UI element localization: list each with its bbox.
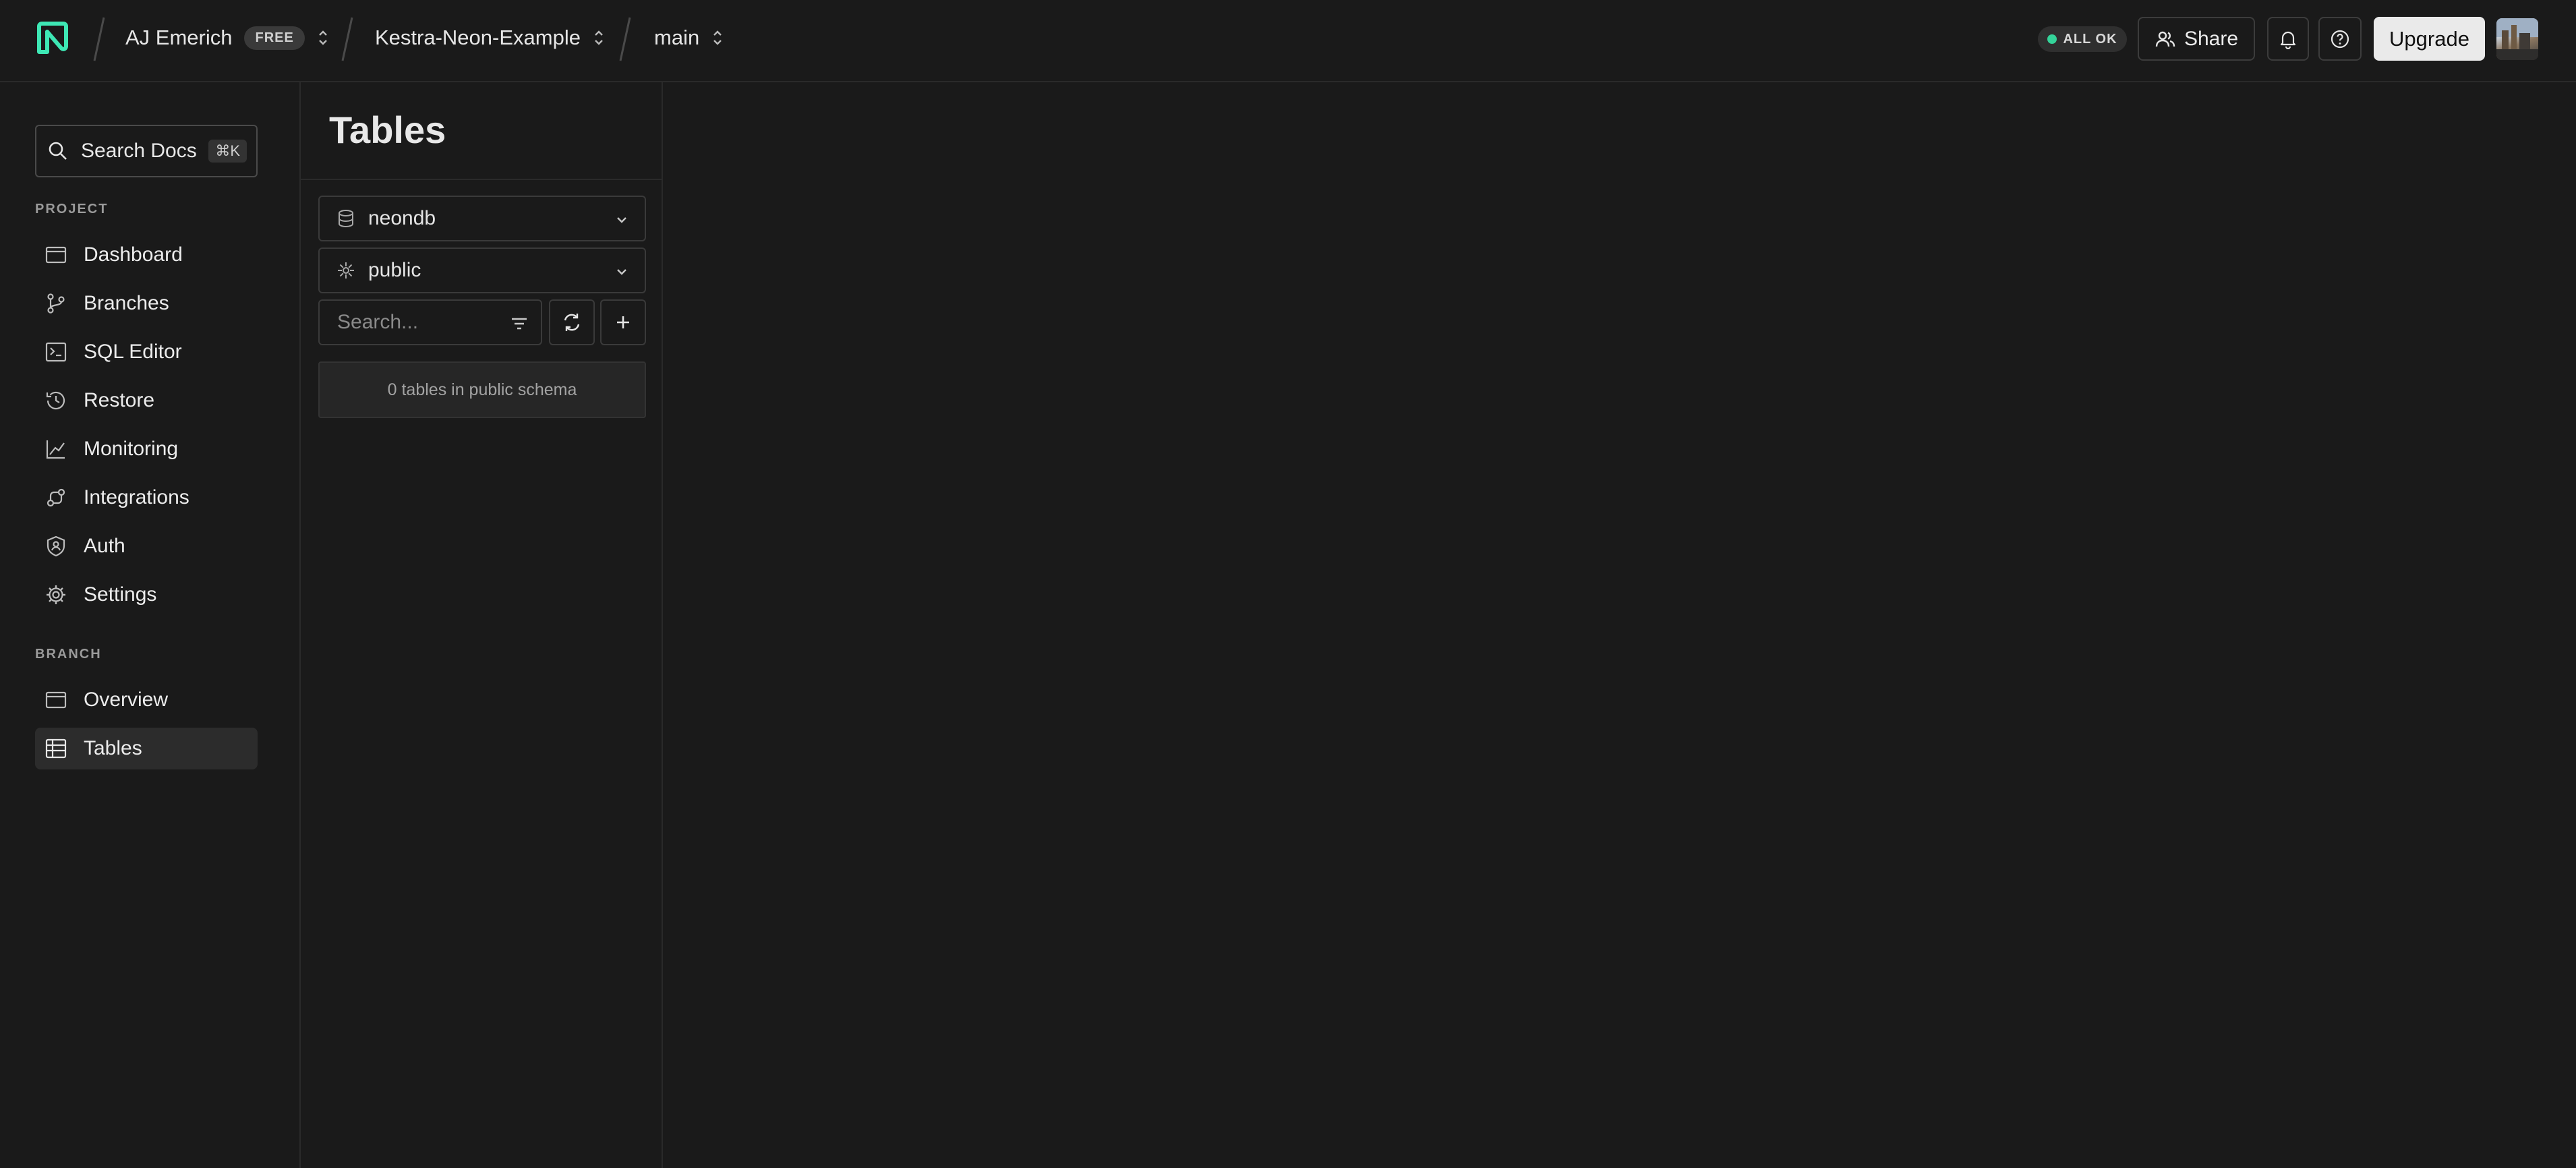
database-name: neondb [368, 207, 436, 229]
divider [301, 179, 663, 180]
sidebar-item-integrations[interactable]: Integrations [35, 477, 258, 519]
project-name: Kestra-Neon-Example [375, 26, 581, 49]
refresh-icon [564, 314, 580, 331]
branch-switcher[interactable]: main [654, 0, 724, 76]
table-search [318, 299, 542, 345]
status-label: ALL OK [2063, 31, 2117, 47]
tables-panel: Tables neondb public 0 ta [301, 82, 663, 1168]
sidebar-item-label: Monitoring [84, 438, 179, 460]
sidebar-item-auth[interactable]: Auth [35, 525, 258, 567]
database-icon [339, 210, 353, 228]
project-section-label: PROJECT [35, 202, 109, 216]
breadcrumb-separator [341, 17, 353, 61]
sidebar-item-restore[interactable]: Restore [35, 380, 258, 421]
upgrade-button[interactable]: Upgrade [2374, 17, 2485, 61]
filter-icon[interactable] [510, 314, 529, 333]
sidebar: Search Docs ⌘K PROJECT Dashboard Branche… [0, 82, 301, 1168]
help-icon [2331, 30, 2349, 48]
sidebar-item-monitoring[interactable]: Monitoring [35, 428, 258, 470]
search-docs-button[interactable]: Search Docs ⌘K [35, 125, 258, 177]
sidebar-item-settings[interactable]: Settings [35, 574, 258, 616]
empty-state: 0 tables in public schema [318, 361, 646, 418]
share-button[interactable]: Share [2138, 17, 2255, 61]
sidebar-item-label: SQL Editor [84, 341, 182, 363]
neon-logo-icon[interactable] [34, 20, 71, 57]
status-dot-icon [2047, 34, 2057, 44]
sidebar-item-tables[interactable]: Tables [35, 728, 258, 769]
add-table-button[interactable] [600, 299, 646, 345]
auth-icon [47, 535, 65, 557]
branches-icon [47, 293, 65, 314]
schema-name: public [368, 259, 421, 281]
sidebar-item-overview[interactable]: Overview [35, 679, 258, 721]
plus-icon [617, 316, 629, 328]
schema-icon [338, 262, 354, 279]
user-photo-icon [2496, 18, 2538, 60]
sql-editor-icon [45, 342, 67, 362]
chevron-down-icon [617, 269, 626, 275]
main-content [663, 82, 2576, 1168]
table-search-input[interactable] [336, 310, 491, 334]
avatar[interactable] [2496, 18, 2538, 60]
sidebar-item-dashboard[interactable]: Dashboard [35, 234, 258, 276]
dashboard-icon [45, 246, 67, 264]
restore-icon [46, 391, 65, 410]
chevron-up-down-icon [595, 30, 603, 45]
users-icon [2155, 31, 2175, 47]
branch-name: main [654, 26, 700, 49]
chevron-up-down-icon [713, 30, 722, 45]
sidebar-item-label: Tables [84, 737, 142, 759]
empty-state-message: 0 tables in public schema [387, 380, 577, 399]
keyboard-shortcut: ⌘K [208, 140, 247, 163]
gear-icon [47, 585, 65, 604]
sidebar-item-label: Integrations [84, 486, 189, 508]
overview-icon [45, 691, 67, 709]
sidebar-item-label: Settings [84, 583, 157, 606]
sidebar-item-sql-editor[interactable]: SQL Editor [35, 331, 258, 373]
plan-badge: FREE [244, 26, 305, 50]
share-label: Share [2184, 27, 2239, 50]
page-title: Tables [329, 109, 446, 151]
integrations-icon [47, 488, 65, 507]
notifications-button[interactable] [2267, 17, 2309, 61]
sidebar-item-label: Branches [84, 292, 169, 314]
sidebar-item-label: Dashboard [84, 243, 183, 266]
tables-icon [45, 738, 67, 759]
status-badge[interactable]: ALL OK [2038, 26, 2127, 52]
search-icon [49, 142, 67, 160]
chevron-down-icon [617, 217, 626, 223]
sidebar-item-label: Auth [84, 535, 125, 557]
breadcrumb-separator [619, 17, 631, 61]
schema-select[interactable]: public [318, 247, 646, 293]
sidebar-item-label: Restore [84, 389, 155, 411]
monitoring-icon [46, 440, 65, 459]
top-bar: AJ Emerich FREE Kestra-Neon-Example main… [0, 0, 2576, 82]
org-switcher[interactable]: AJ Emerich FREE [125, 0, 329, 76]
branch-section-label: BRANCH [35, 647, 102, 662]
org-name: AJ Emerich [125, 26, 233, 49]
help-button[interactable] [2318, 17, 2362, 61]
bell-icon [2280, 31, 2296, 49]
breadcrumb-separator [93, 17, 105, 61]
sidebar-item-branches[interactable]: Branches [35, 283, 258, 324]
project-switcher[interactable]: Kestra-Neon-Example [375, 0, 605, 76]
sidebar-item-label: Overview [84, 689, 169, 711]
refresh-button[interactable] [549, 299, 595, 345]
chevron-up-down-icon [318, 30, 327, 45]
search-docs-label: Search Docs [81, 140, 197, 162]
database-select[interactable]: neondb [318, 196, 646, 241]
